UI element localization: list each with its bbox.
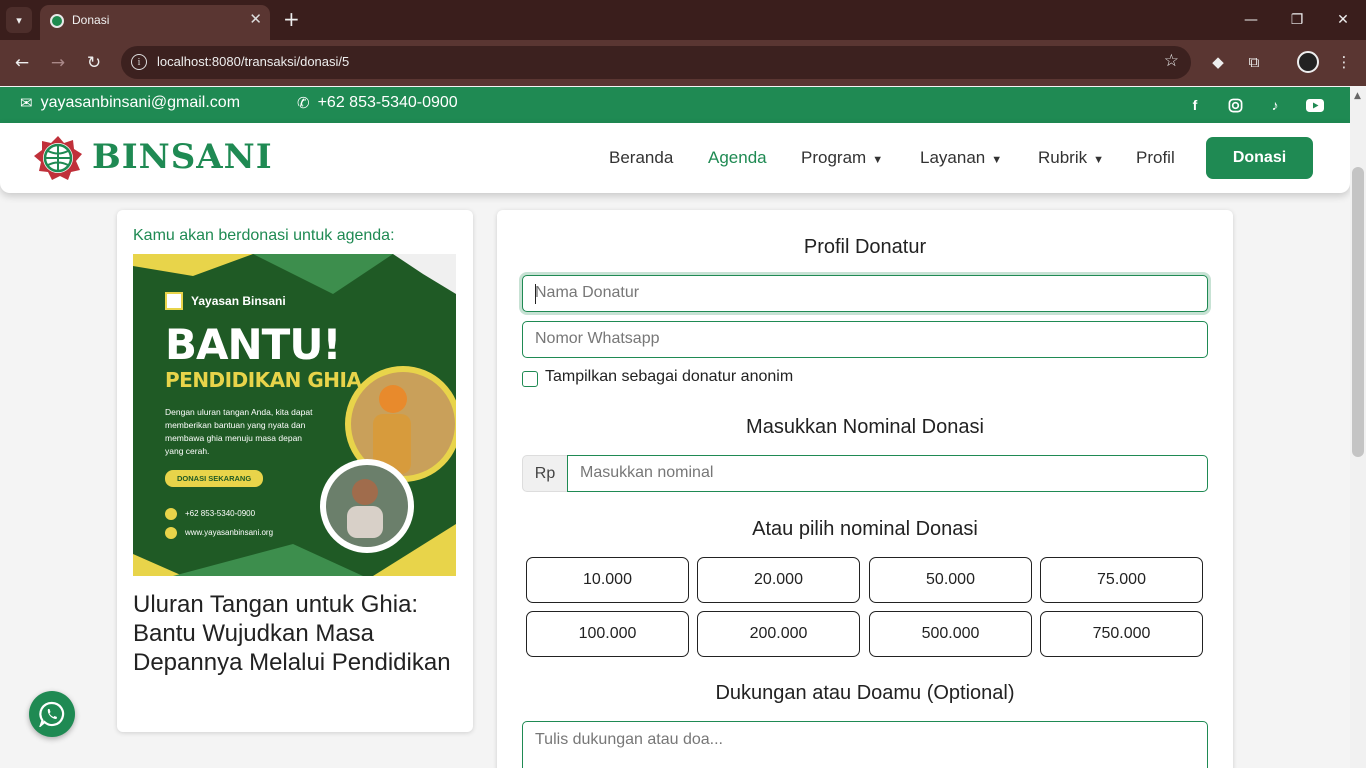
donor-name-placeholder: Nama Donatur: [535, 284, 640, 301]
chevron-down-icon: ▼: [872, 154, 884, 166]
new-tab-icon[interactable]: +: [283, 7, 300, 31]
whatsapp-icon: [39, 701, 65, 727]
whatsapp-float-button[interactable]: [29, 691, 75, 737]
facebook-icon[interactable]: f: [1185, 96, 1205, 114]
nav-agenda[interactable]: Agenda: [708, 148, 767, 168]
contact-bar: ✉ yayasanbinsani@gmail.com ✆ +62 853-534…: [0, 87, 1350, 123]
scroll-thumb[interactable]: [1352, 167, 1364, 457]
nominal-title: Masukkan Nominal Donasi: [746, 416, 984, 438]
menu-icon[interactable]: ⋮: [1333, 51, 1355, 73]
nav-profil[interactable]: Profil: [1136, 148, 1175, 168]
phone-text: +62 853-5340-0900: [317, 94, 458, 111]
nav-rubrik-label: Rubrik: [1038, 148, 1088, 167]
star-icon[interactable]: ☆: [1164, 51, 1179, 71]
email-text: yayasanbinsani@gmail.com: [40, 94, 241, 111]
page-scrollbar[interactable]: ▲: [1350, 87, 1366, 768]
tab-search-icon[interactable]: ▾: [6, 7, 32, 33]
profile-icon[interactable]: [1297, 51, 1319, 73]
amount-option-button[interactable]: 500.000: [869, 611, 1032, 657]
forward-icon[interactable]: →: [45, 50, 71, 76]
url-text[interactable]: localhost:8080/transaksi/donasi/5: [157, 54, 349, 69]
brand-name[interactable]: BINSANI: [92, 137, 273, 177]
currency-prefix: Rp: [522, 455, 568, 492]
agenda-poster: Yayasan Binsani BANTU! PENDIDIKAN GHIA D…: [133, 254, 456, 576]
youtube-icon[interactable]: [1305, 96, 1325, 114]
info-icon[interactable]: i: [131, 54, 147, 70]
profile-title: Profil Donatur: [803, 236, 927, 258]
whatsapp-placeholder: Nomor Whatsapp: [535, 330, 660, 347]
restore-icon[interactable]: ❐: [1282, 7, 1312, 33]
scroll-up-icon[interactable]: ▲: [1354, 91, 1361, 101]
address-toolbar: ← → ↻ i localhost:8080/transaksi/donasi/…: [0, 40, 1366, 86]
donasi-button[interactable]: Donasi: [1206, 137, 1313, 179]
poster-cta: DONASI SEKARANG: [165, 470, 264, 487]
nav-program[interactable]: Program ▼: [801, 148, 883, 168]
instagram-icon[interactable]: [1225, 96, 1245, 114]
nominal-input[interactable]: Masukkan nominal: [567, 455, 1208, 492]
agenda-intro: Kamu akan berdonasi untuk agenda:: [133, 227, 395, 244]
amount-option-button[interactable]: 750.000: [1040, 611, 1203, 657]
support-placeholder: Tulis dukungan atau doa...: [535, 731, 723, 748]
phone-contact[interactable]: ✆ +62 853-5340-0900: [297, 94, 458, 112]
tab-close-icon[interactable]: ✕: [249, 10, 262, 28]
poster-website: www.yayasanbinsani.org: [185, 528, 274, 537]
poster-headline: BANTU!: [165, 320, 342, 369]
nav-program-label: Program: [801, 148, 867, 167]
poster-body: Dengan uluran tangan Anda, kita dapat me…: [165, 407, 313, 456]
agenda-title: Uluran Tangan untuk Ghia: Bantu Wujudkan…: [133, 591, 451, 676]
choose-amount-title: Atau pilih nominal Donasi: [752, 518, 978, 540]
chevron-down-icon: ▼: [991, 154, 1003, 166]
close-icon[interactable]: ✕: [1328, 7, 1358, 33]
nav-layanan-label: Layanan: [920, 148, 986, 167]
browser-tab-strip: ▾ Donasi ✕ + — ❐ ✕: [0, 0, 1366, 40]
reload-icon[interactable]: ↻: [81, 50, 107, 76]
donation-form-card: Profil Donatur Nama Donatur Nomor Whatsa…: [497, 210, 1233, 768]
amount-option-button[interactable]: 200.000: [697, 611, 860, 657]
poster-logo-icon: [165, 292, 183, 310]
chevron-down-icon: ▼: [1093, 154, 1105, 166]
amount-option-button[interactable]: 20.000: [697, 557, 860, 603]
tab-title: Donasi: [72, 13, 110, 27]
extension-icon[interactable]: ◆: [1207, 51, 1229, 73]
whatsapp-icon: ✆: [297, 95, 310, 112]
back-icon[interactable]: ←: [9, 50, 35, 76]
amount-option-button[interactable]: 10.000: [526, 557, 689, 603]
minimize-icon[interactable]: —: [1236, 7, 1266, 33]
anonymous-label[interactable]: Tampilkan sebagai donatur anonim: [545, 368, 793, 386]
nav-beranda[interactable]: Beranda: [609, 148, 673, 168]
tab-favicon-icon: [50, 14, 64, 28]
browser-tab[interactable]: Donasi ✕: [40, 5, 270, 40]
main-navbar: BINSANI Beranda Agenda Program ▼ Layanan ▼…: [0, 123, 1350, 193]
poster-phone-icon: [165, 508, 177, 520]
puzzle-icon[interactable]: ⧉: [1243, 51, 1265, 73]
tiktok-icon[interactable]: ♪: [1265, 96, 1285, 114]
poster-web-icon: [165, 527, 177, 539]
nav-rubrik[interactable]: Rubrik ▼: [1038, 148, 1104, 168]
nominal-placeholder: Masukkan nominal: [580, 464, 714, 481]
envelope-icon: ✉: [20, 95, 33, 112]
nav-layanan[interactable]: Layanan ▼: [920, 148, 1002, 168]
anonymous-checkbox[interactable]: [522, 371, 538, 387]
agenda-card: Kamu akan berdonasi untuk agenda: Yayasa…: [117, 210, 473, 732]
poster-org: Yayasan Binsani: [191, 294, 286, 308]
binsani-logo-icon[interactable]: [33, 135, 83, 181]
amount-option-button[interactable]: 75.000: [1040, 557, 1203, 603]
support-textarea[interactable]: Tulis dukungan atau doa...: [522, 721, 1208, 768]
poster-subheadline: PENDIDIKAN GHIA: [165, 368, 362, 392]
support-title: Dukungan atau Doamu (Optional): [715, 682, 1015, 704]
poster-phone: +62 853-5340-0900: [185, 509, 256, 518]
amount-option-button[interactable]: 50.000: [869, 557, 1032, 603]
address-bar[interactable]: i localhost:8080/transaksi/donasi/5 ☆: [121, 46, 1191, 79]
donor-name-input[interactable]: Nama Donatur: [522, 275, 1208, 312]
email-contact[interactable]: ✉ yayasanbinsani@gmail.com: [20, 94, 240, 112]
amount-option-button[interactable]: 100.000: [526, 611, 689, 657]
whatsapp-input[interactable]: Nomor Whatsapp: [522, 321, 1208, 358]
